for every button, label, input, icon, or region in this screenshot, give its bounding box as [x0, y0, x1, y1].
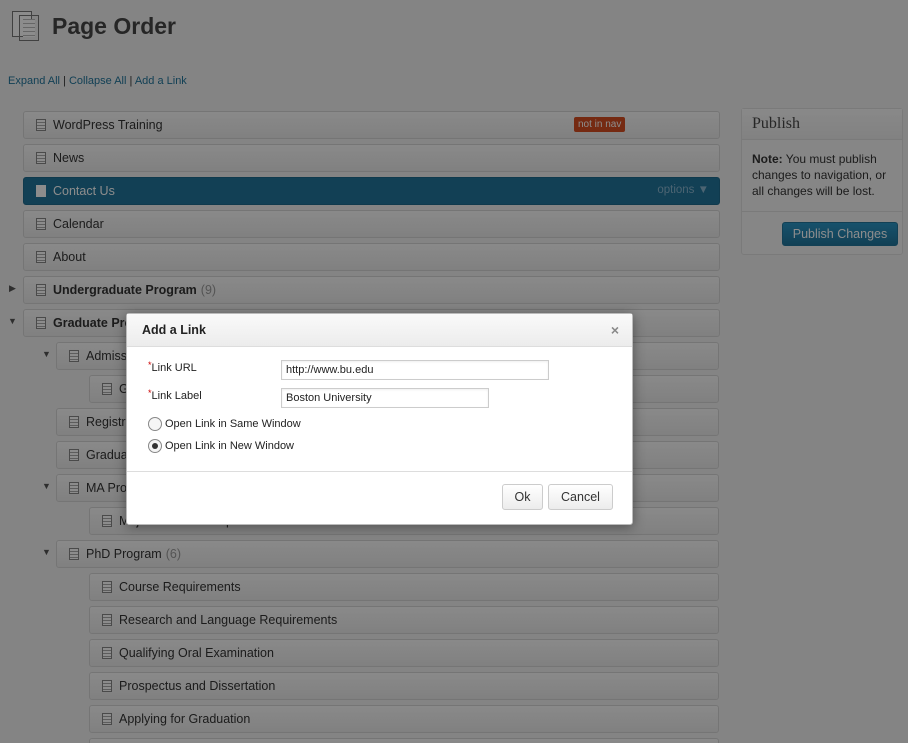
radio-button-selected[interactable]	[148, 439, 162, 453]
dialog-title: Add a Link	[142, 323, 206, 337]
add-link-dialog: Add a Link × *Link URL *Link Label Open …	[126, 313, 633, 525]
required-mark: *	[148, 388, 152, 398]
dialog-header: Add a Link ×	[127, 314, 632, 347]
label-text: Link Label	[151, 390, 202, 402]
radio-same-window[interactable]: Open Link in Same Window	[148, 417, 301, 431]
label-text: Link URL	[151, 362, 197, 374]
cancel-button[interactable]: Cancel	[548, 484, 613, 510]
ok-button[interactable]: Ok	[502, 484, 543, 510]
required-mark: *	[148, 360, 152, 370]
link-label-label: *Link Label	[148, 388, 202, 402]
dialog-footer: Ok Cancel	[127, 471, 632, 525]
link-url-label: *Link URL	[148, 360, 197, 374]
link-label-input[interactable]	[281, 388, 489, 408]
close-icon[interactable]: ×	[611, 322, 619, 338]
radio-label: Open Link in New Window	[165, 440, 295, 452]
radio-new-window[interactable]: Open Link in New Window	[148, 439, 294, 453]
radio-button[interactable]	[148, 417, 162, 431]
radio-label: Open Link in Same Window	[165, 418, 301, 430]
link-url-input[interactable]	[281, 360, 549, 380]
